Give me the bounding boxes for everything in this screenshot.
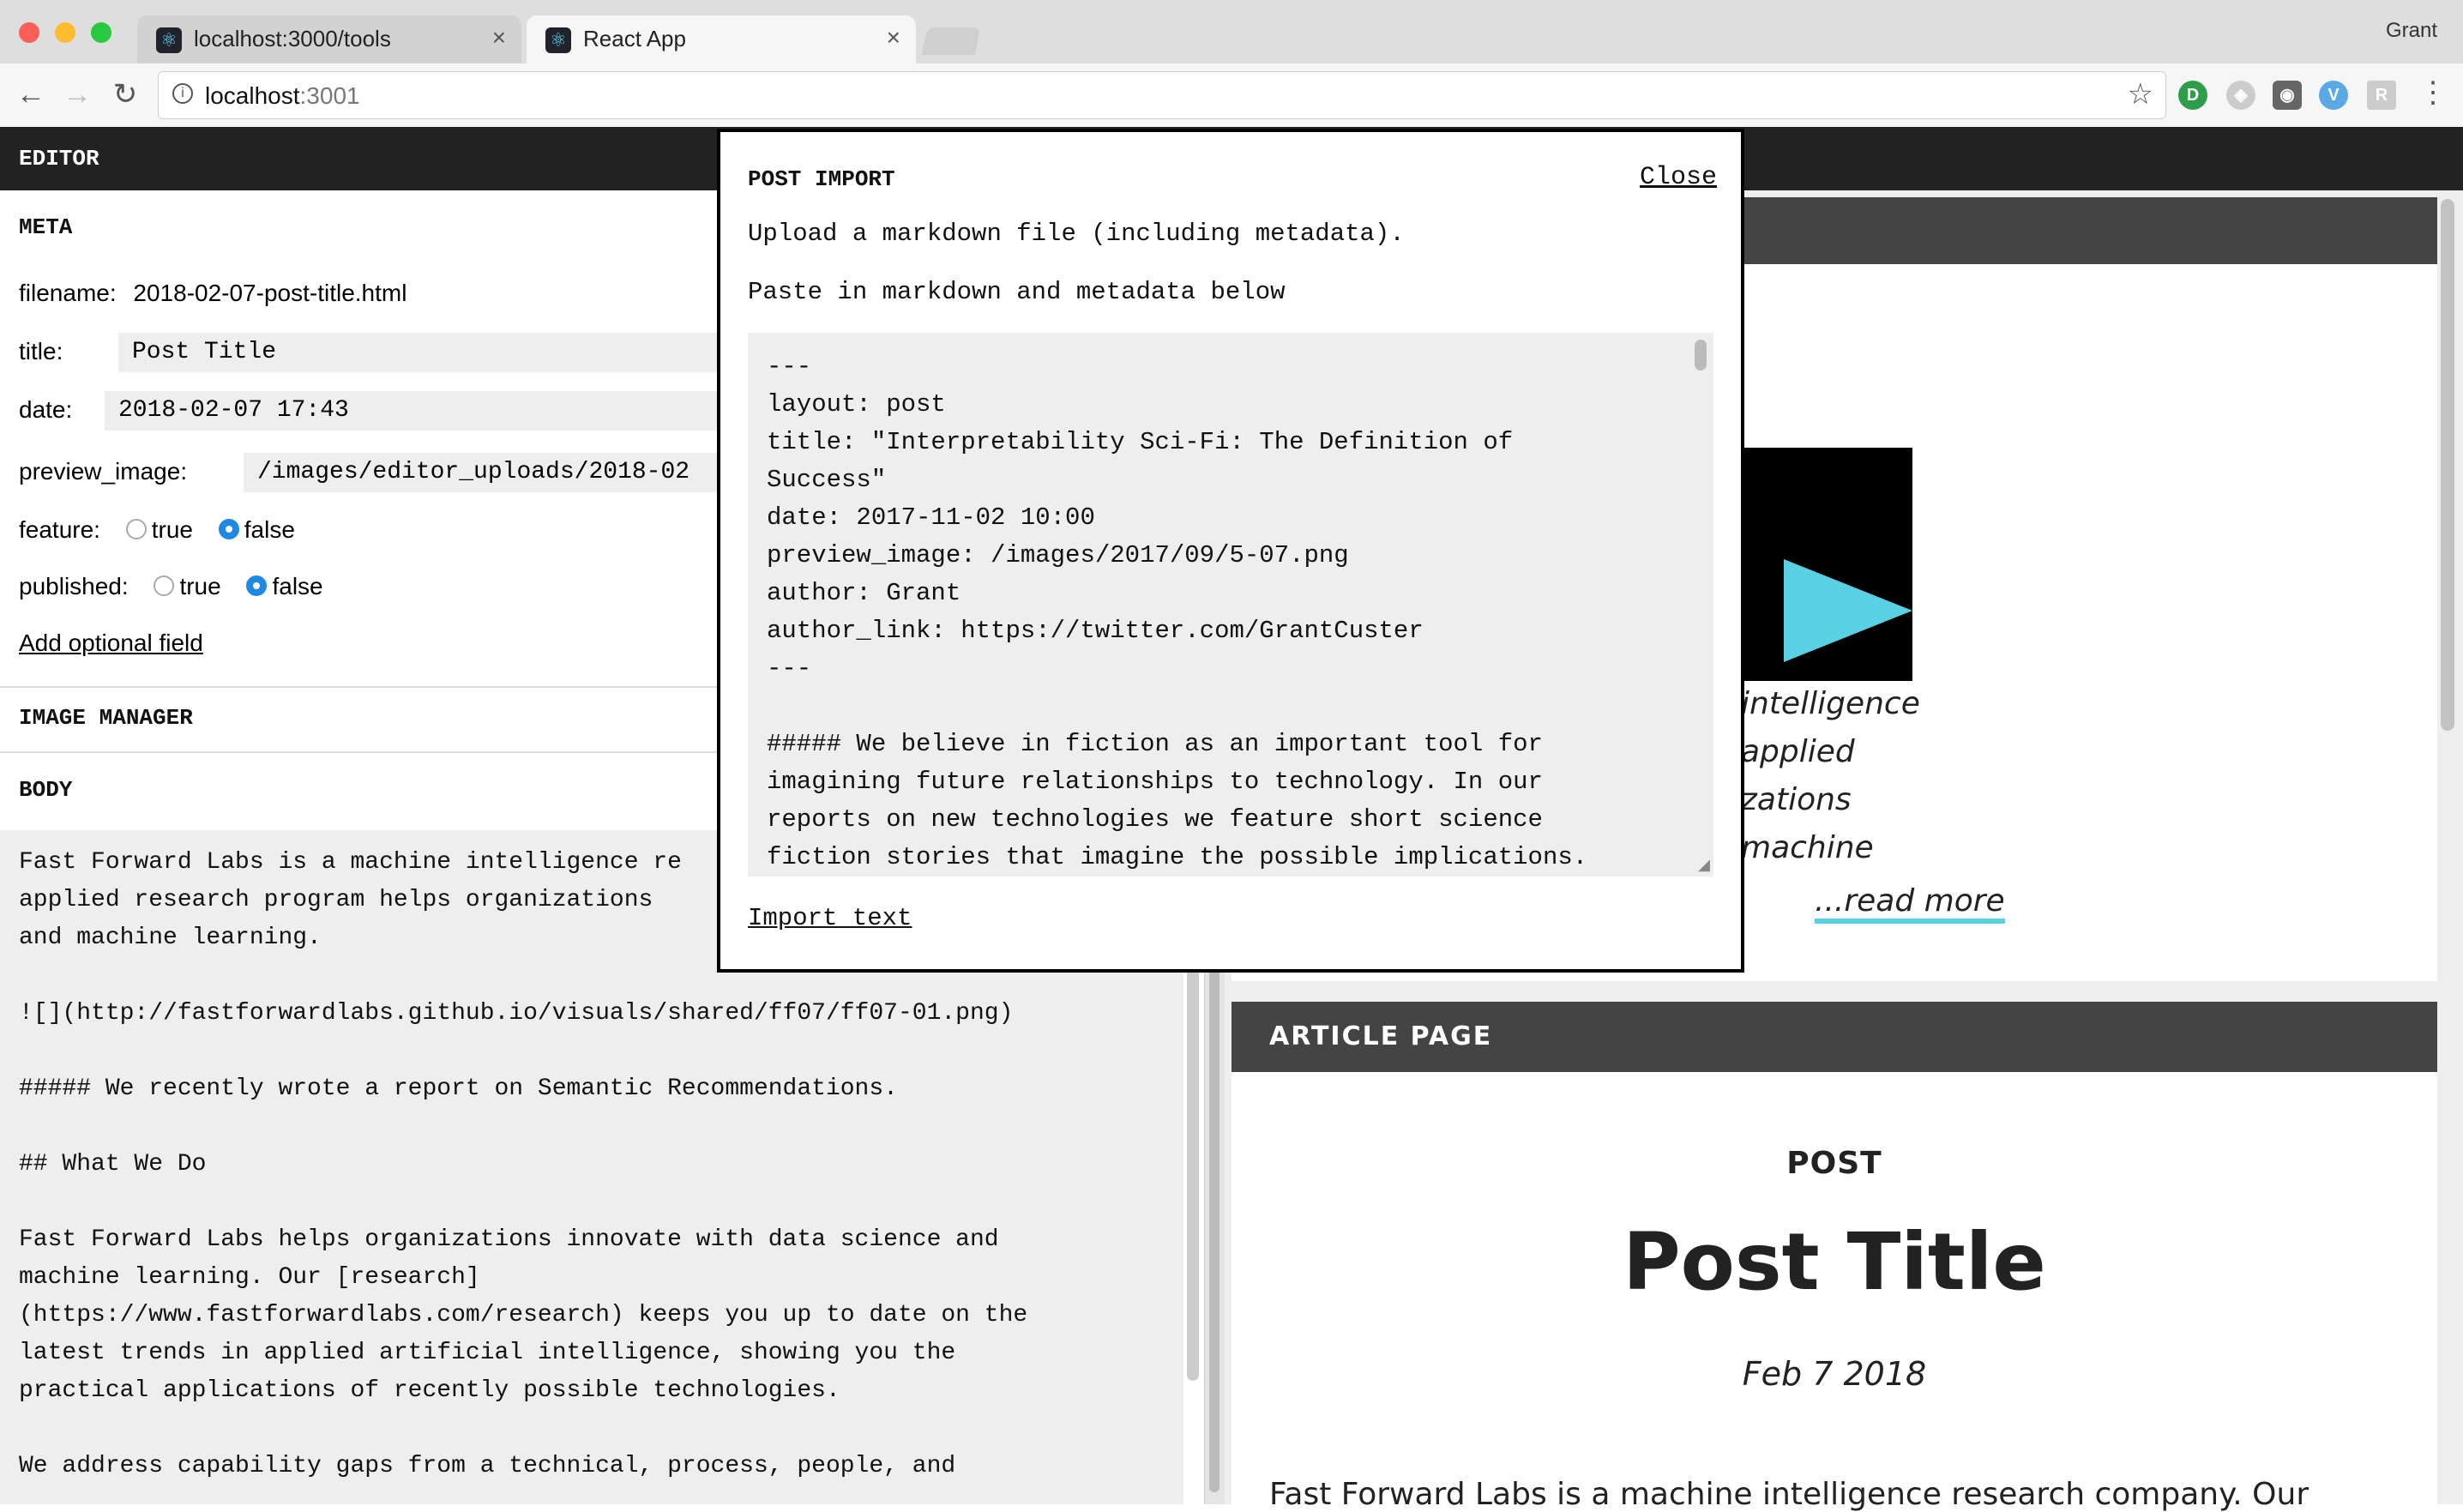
- post-import-modal: POST IMPORT Close Upload a markdown file…: [717, 129, 1744, 973]
- bookmark-star-icon[interactable]: ☆: [2128, 77, 2153, 111]
- close-tab-icon[interactable]: ×: [887, 24, 900, 51]
- radio-label: true: [151, 516, 193, 543]
- tab-title: localhost:3000/tools: [194, 26, 391, 51]
- close-button[interactable]: Close: [1640, 163, 1717, 192]
- radio-unchecked[interactable]: [125, 518, 147, 539]
- preview-scrollbar[interactable]: [2441, 199, 2454, 731]
- url-host: localhost: [205, 82, 300, 109]
- filename-row: filename: 2018-02-07-post-title.html: [19, 280, 406, 307]
- published-row: published: true false: [19, 573, 323, 600]
- info-icon[interactable]: i: [172, 83, 193, 104]
- radio-label: false: [272, 573, 323, 599]
- browser-toolbar: ← → ↻ i localhost:3001 ☆ D ◈ ◉ V R ⋮: [0, 63, 2463, 128]
- meta-heading: META: [19, 214, 73, 240]
- tab-tools[interactable]: ⚛ localhost:3000/tools ×: [137, 15, 521, 63]
- title-input[interactable]: Post Title: [118, 333, 801, 372]
- markdown-textarea-value: --- layout: post title: "Interpretabilit…: [767, 352, 1588, 870]
- body-heading: BODY: [19, 777, 73, 803]
- import-text-button[interactable]: Import text: [748, 904, 912, 932]
- textarea-scrollbar[interactable]: [1695, 340, 1707, 370]
- ff-logo-graphic: [1737, 448, 1912, 662]
- radio-checked[interactable]: [218, 518, 239, 539]
- close-window-button[interactable]: [19, 22, 39, 43]
- feature-false-option[interactable]: false: [218, 516, 295, 543]
- minimize-window-button[interactable]: [55, 22, 75, 43]
- close-tab-icon[interactable]: ×: [492, 24, 506, 51]
- radio-label: true: [179, 573, 221, 599]
- published-true-option[interactable]: true: [154, 573, 221, 599]
- feature-row: feature: true false: [19, 516, 295, 544]
- excerpt-line: applied: [1741, 734, 1855, 769]
- image-manager-heading[interactable]: IMAGE MANAGER: [19, 705, 791, 731]
- body-scrollbar[interactable]: [1187, 961, 1199, 1381]
- section-divider: [0, 686, 772, 688]
- editor-header: EDITOR: [0, 127, 772, 190]
- preview-image-label: preview_image:: [19, 458, 188, 485]
- paste-instructions: Paste in markdown and metadata below: [748, 278, 1286, 306]
- address-bar[interactable]: i localhost:3001 ☆: [158, 71, 2166, 119]
- extension-shield-icon[interactable]: ◈: [2226, 81, 2255, 110]
- new-tab-button[interactable]: [921, 27, 981, 55]
- add-optional-field-link[interactable]: Add optional field: [19, 629, 203, 657]
- react-icon: ⚛: [156, 27, 182, 53]
- post-title: Post Title: [1623, 1216, 2046, 1308]
- excerpt-line: intelligence: [1741, 686, 1920, 721]
- date-label: date:: [19, 396, 73, 423]
- extension-v-icon[interactable]: V: [2319, 81, 2348, 110]
- extension-r-icon[interactable]: R: [2367, 81, 2396, 110]
- post-kicker: POST: [1786, 1146, 1882, 1181]
- tab-react-app[interactable]: ⚛ React App ×: [527, 15, 916, 63]
- upload-file-link[interactable]: Upload a markdown file (including metada…: [748, 220, 1405, 248]
- read-more-link[interactable]: ...read more: [1815, 883, 2005, 924]
- url-text: localhost:3001: [205, 82, 360, 110]
- post-date: Feb 7 2018: [1742, 1355, 1927, 1393]
- preview-card-header: [1737, 197, 2437, 264]
- excerpt-line: machine: [1741, 830, 1874, 865]
- url-port: :3001: [299, 82, 360, 109]
- markdown-textarea[interactable]: --- layout: post title: "Interpretabilit…: [748, 333, 1713, 876]
- radio-checked[interactable]: [246, 575, 268, 596]
- title-label: title:: [19, 338, 63, 364]
- modal-title: POST IMPORT: [748, 166, 895, 192]
- profile-name[interactable]: Grant: [2386, 19, 2437, 43]
- extension-d-icon[interactable]: D: [2178, 81, 2207, 110]
- excerpt-line: zations: [1741, 782, 1852, 817]
- react-icon: ⚛: [545, 27, 571, 53]
- tab-title: React App: [583, 26, 686, 51]
- date-input[interactable]: 2018-02-07 17:43: [105, 391, 801, 431]
- filename-value: 2018-02-07-post-title.html: [133, 280, 407, 306]
- extension-camera-icon[interactable]: ◉: [2273, 81, 2302, 110]
- browser-tab-strip: ⚛ localhost:3000/tools × ⚛ React App × G…: [0, 0, 2463, 63]
- back-arrow-icon[interactable]: ←: [12, 75, 50, 113]
- resize-handle-icon[interactable]: ◢: [1698, 856, 1710, 875]
- published-false-option[interactable]: false: [246, 573, 323, 599]
- article-body-text: Fast Forward Labs is a machine intellige…: [1269, 1477, 2309, 1512]
- editor-scrollbar[interactable]: [1209, 926, 1219, 1492]
- article-page-header: ARTICLE PAGE: [1232, 1002, 2437, 1072]
- reload-icon[interactable]: ↻: [106, 75, 144, 113]
- radio-unchecked[interactable]: [154, 575, 175, 596]
- feature-true-option[interactable]: true: [125, 516, 193, 543]
- maximize-window-button[interactable]: [91, 22, 111, 43]
- browser-menu-icon[interactable]: ⋮: [2418, 75, 2448, 110]
- feature-label: feature:: [19, 516, 100, 543]
- filename-label: filename:: [19, 280, 117, 306]
- forward-arrow-icon[interactable]: →: [58, 75, 96, 113]
- published-label: published:: [19, 573, 129, 599]
- section-divider: [0, 751, 772, 753]
- preview-hero-image: [1737, 448, 1912, 681]
- radio-label: false: [244, 516, 295, 543]
